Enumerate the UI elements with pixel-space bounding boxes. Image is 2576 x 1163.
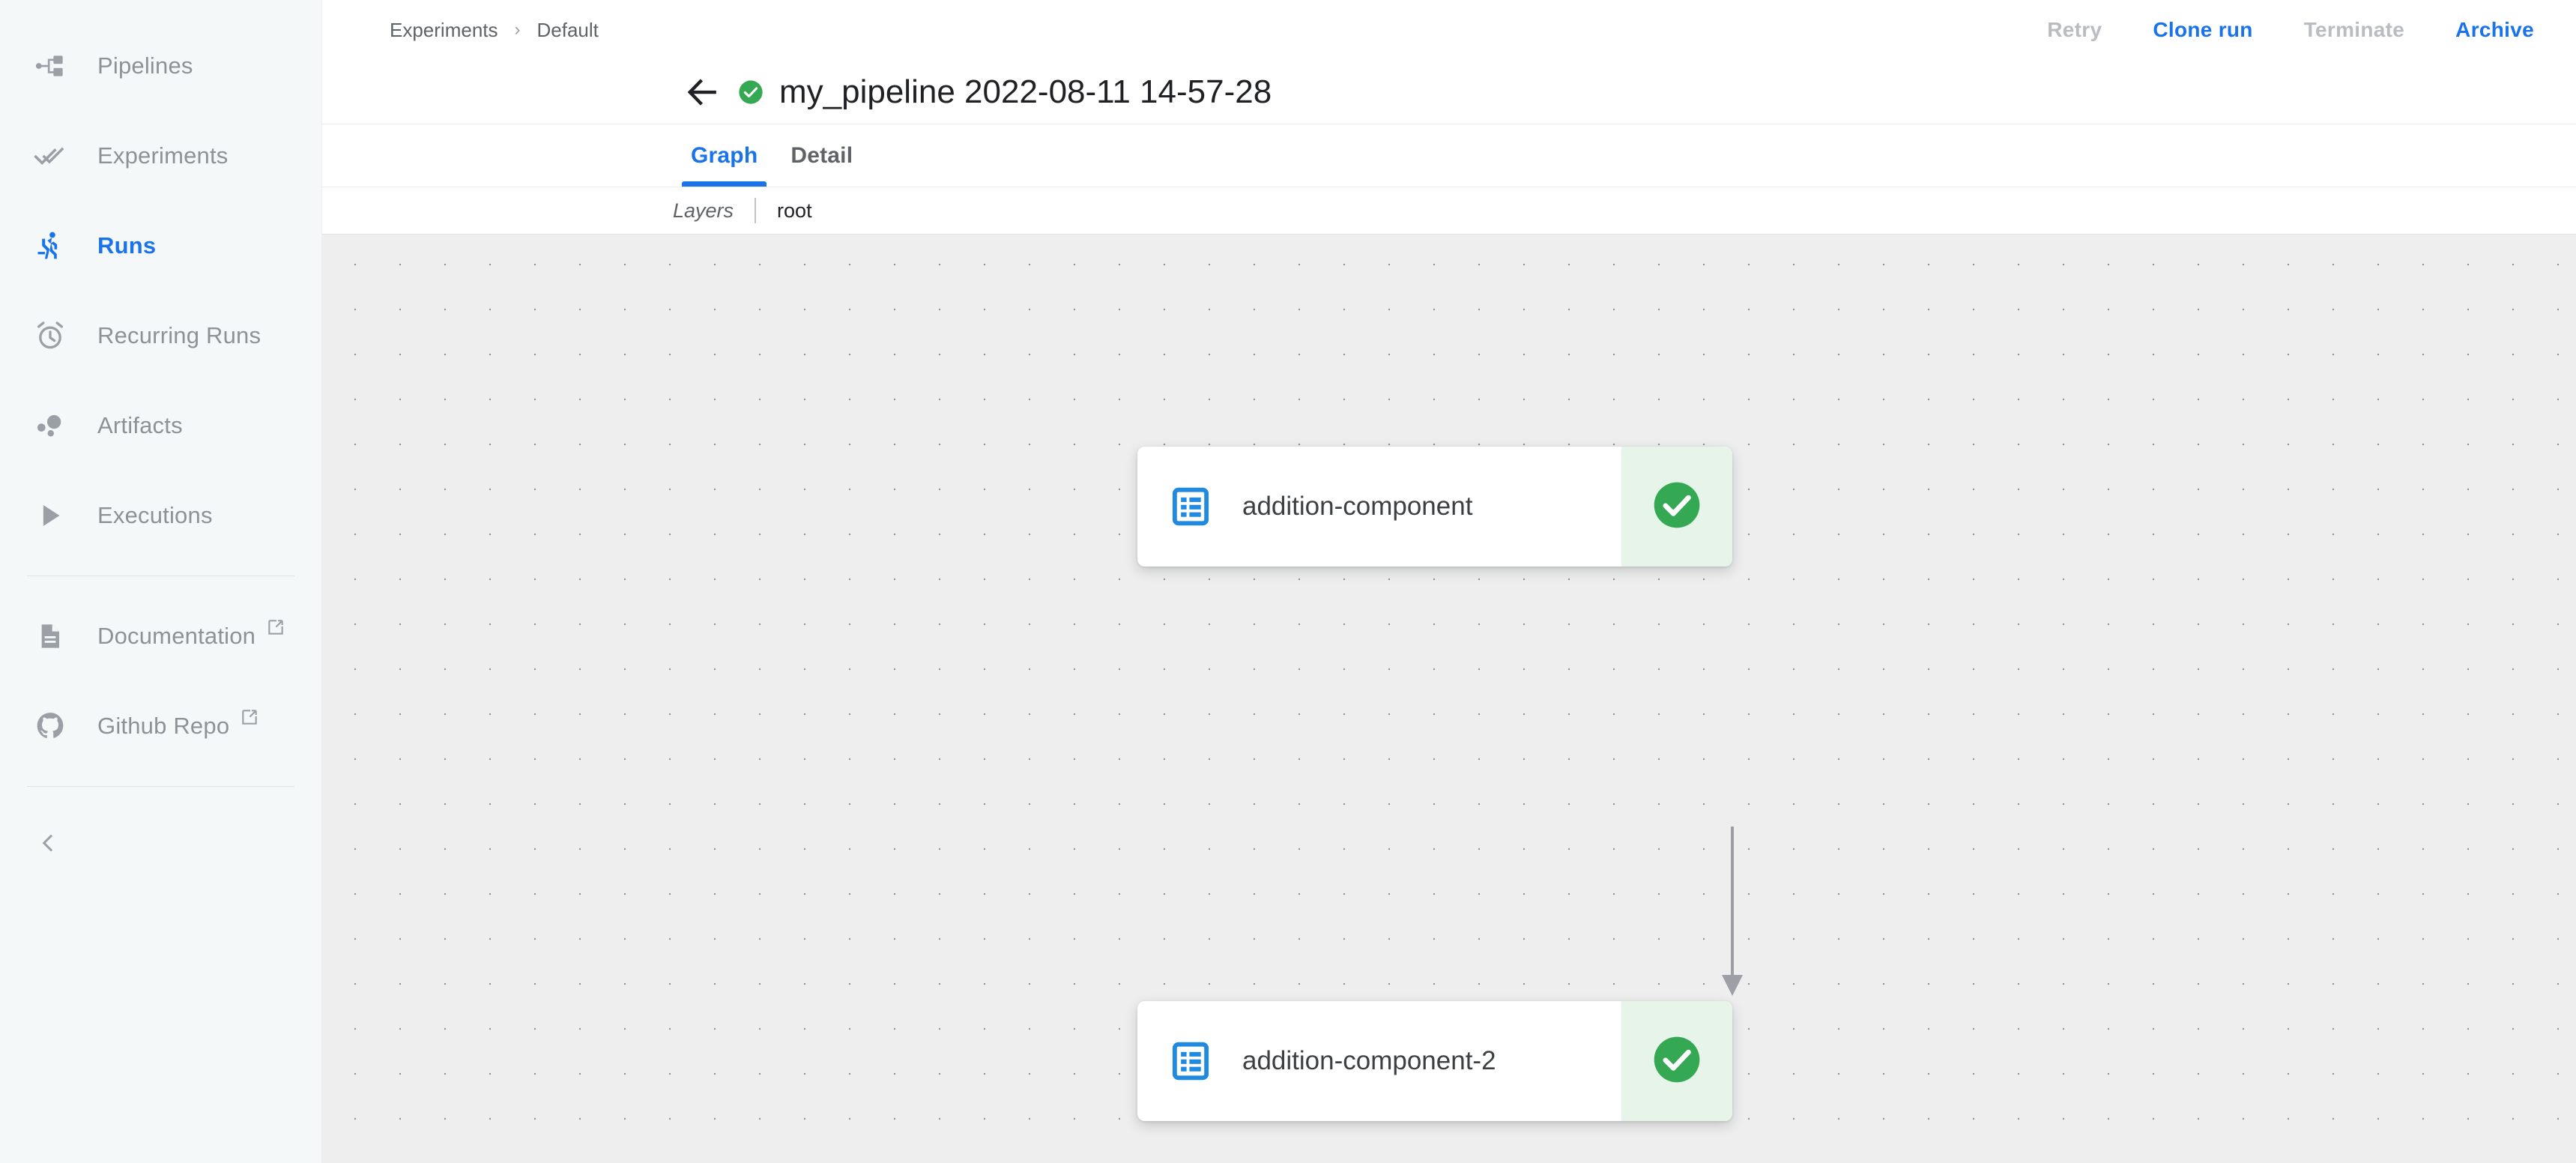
sidebar-item-recurring-runs[interactable]: Recurring Runs (0, 291, 321, 381)
title-bar: my_pipeline 2022-08-11 14-57-28 (322, 60, 2576, 124)
sidebar-item-experiments[interactable]: Experiments (0, 111, 321, 201)
graph-node-body: addition-component-2 (1137, 1001, 1621, 1121)
sidebar-item-label: Artifacts (97, 412, 183, 438)
retry-button[interactable]: Retry (2022, 18, 2127, 42)
top-bar: Experiments › Default Retry Clone run Te… (322, 0, 2576, 60)
github-icon (27, 710, 73, 742)
double-check-icon (27, 139, 73, 172)
page-title: my_pipeline 2022-08-11 14-57-28 (779, 73, 1272, 110)
sidebar-divider-bottom (27, 786, 294, 787)
external-link-icon (266, 617, 285, 637)
graph-canvas[interactable]: addition-component addition-component-2 (322, 234, 2576, 1163)
sidebar-item-github-repo[interactable]: Github Repo (0, 681, 321, 771)
clone-run-button[interactable]: Clone run (2127, 18, 2278, 42)
breadcrumb: Experiments › Default (390, 19, 599, 42)
top-bar-actions: Retry Clone run Terminate Archive (2022, 18, 2534, 42)
tab-detail[interactable]: Detail (774, 124, 869, 187)
sidebar-collapse-button[interactable] (0, 802, 321, 884)
graph-node-label: addition-component (1242, 492, 1473, 521)
arrow-left-icon[interactable] (680, 70, 724, 114)
sidebar-item-label: Recurring Runs (97, 322, 261, 348)
sidebar-item-executions[interactable]: Executions (0, 471, 321, 561)
breadcrumb-item-default[interactable]: Default (537, 19, 599, 42)
terminate-button[interactable]: Terminate (2279, 18, 2430, 42)
archive-button[interactable]: Archive (2430, 18, 2534, 42)
sidebar-item-pipelines[interactable]: Pipelines (0, 21, 321, 111)
task-list-icon (1170, 486, 1211, 527)
running-person-icon (27, 229, 73, 262)
sidebar-item-label: Github Repo (97, 713, 230, 739)
bubble-chart-icon (27, 409, 73, 442)
alarm-clock-icon (27, 319, 73, 352)
success-check-icon (1651, 1033, 1703, 1090)
sidebar: Pipelines Experiments Runs Recurring Run… (0, 0, 322, 1163)
account-tree-icon (27, 50, 73, 82)
layers-separator (755, 198, 757, 223)
graph-node-label: addition-component-2 (1242, 1046, 1496, 1075)
breadcrumb-item-experiments[interactable]: Experiments (390, 19, 498, 42)
chevron-left-icon (34, 832, 61, 854)
graph-edge (1722, 827, 1743, 996)
graph-node-body: addition-component (1137, 447, 1621, 567)
app-root: Pipelines Experiments Runs Recurring Run… (0, 0, 2576, 1163)
graph-node[interactable]: addition-component (1137, 447, 1732, 567)
play-triangle-icon (27, 501, 73, 531)
graph-node[interactable]: addition-component-2 (1137, 1001, 1732, 1121)
layers-bar: Layers root (322, 187, 2576, 234)
layer-breadcrumb-root[interactable]: root (777, 199, 812, 223)
sidebar-item-label: Executions (97, 502, 213, 528)
success-check-icon (1651, 479, 1703, 535)
sidebar-item-artifacts[interactable]: Artifacts (0, 381, 321, 471)
graph-node-status (1621, 1001, 1732, 1121)
sidebar-item-documentation[interactable]: Documentation (0, 591, 321, 681)
sidebar-item-label: Pipelines (97, 52, 193, 79)
tab-bar: Graph Detail (322, 124, 2576, 187)
document-icon (27, 621, 73, 651)
sidebar-nav-list: Pipelines Experiments Runs Recurring Run… (0, 0, 321, 884)
graph-node-status (1621, 447, 1732, 567)
tab-graph[interactable]: Graph (674, 124, 774, 187)
sidebar-item-runs[interactable]: Runs (0, 201, 321, 291)
success-check-icon (738, 79, 764, 105)
sidebar-item-label: Runs (97, 232, 157, 259)
sidebar-item-label: Experiments (97, 142, 229, 169)
sidebar-item-label: Documentation (97, 623, 256, 649)
breadcrumb-separator-icon: › (514, 19, 521, 40)
task-list-icon (1170, 1041, 1211, 1081)
external-link-icon (240, 707, 259, 727)
layers-label: Layers (673, 199, 734, 222)
main-content: Experiments › Default Retry Clone run Te… (322, 0, 2576, 1163)
